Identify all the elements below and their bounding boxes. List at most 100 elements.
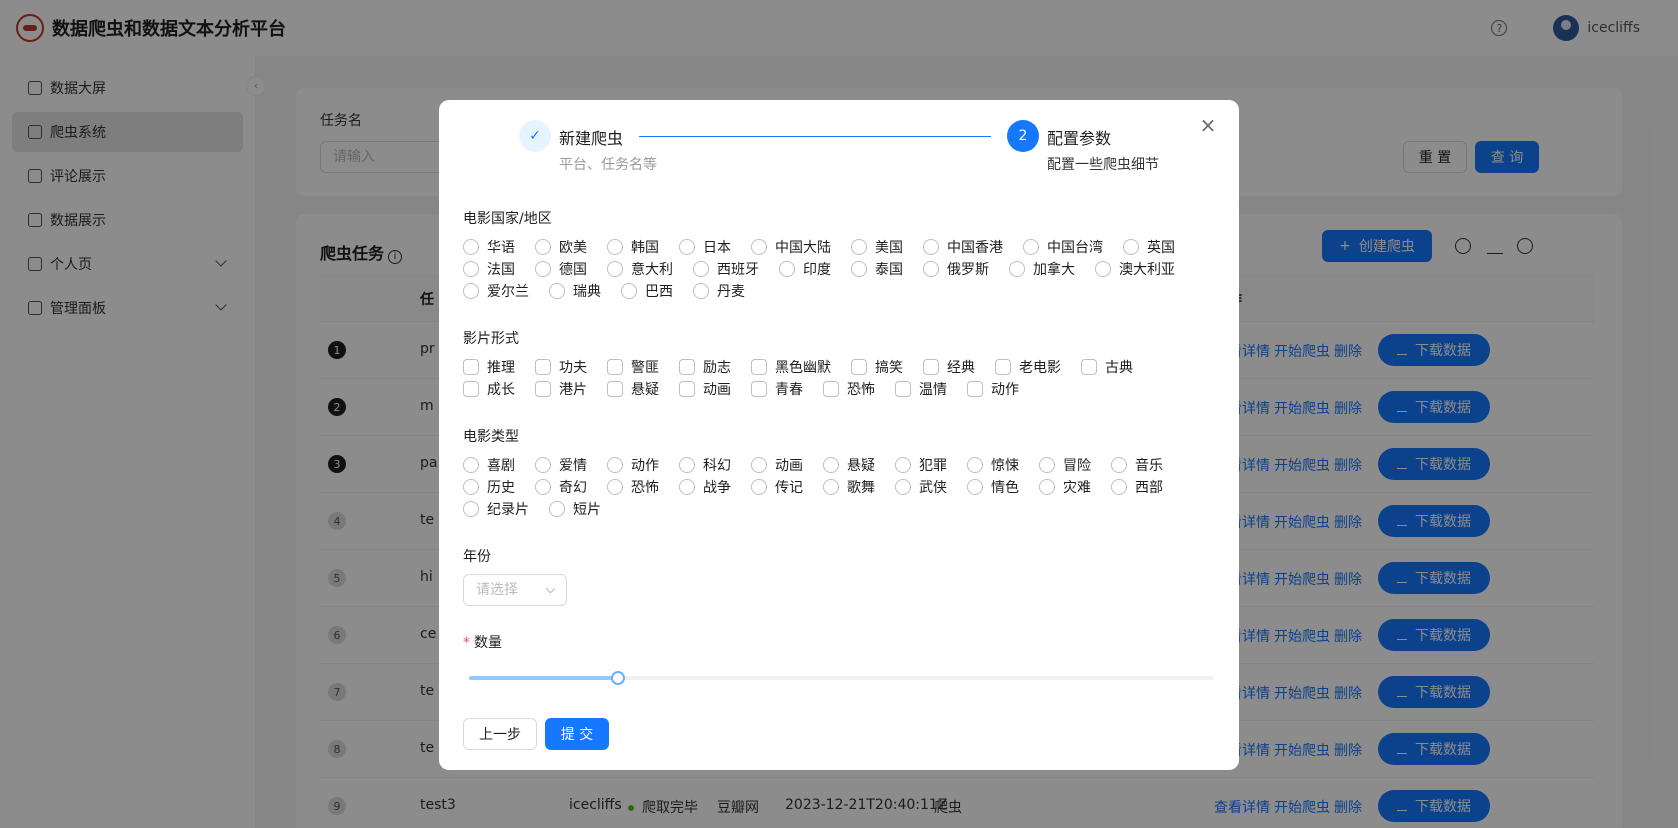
radio-option[interactable]: 中国台湾: [1023, 236, 1113, 258]
radio-option[interactable]: 韩国: [607, 236, 669, 258]
radio-option[interactable]: 西班牙: [693, 258, 769, 280]
radio-option[interactable]: 短片: [549, 498, 611, 520]
radio-icon: [1123, 239, 1139, 255]
radio-option[interactable]: 西部: [1111, 476, 1173, 498]
radio-option[interactable]: 传记: [751, 476, 813, 498]
option-label: 爱尔兰: [487, 284, 529, 300]
check-option[interactable]: 经典: [923, 356, 985, 378]
check-option[interactable]: 推理: [463, 356, 525, 378]
radio-option[interactable]: 科幻: [679, 454, 741, 476]
radio-option[interactable]: 印度: [779, 258, 841, 280]
radio-option[interactable]: 历史: [463, 476, 525, 498]
option-label: 恐怖: [631, 480, 659, 496]
check-option[interactable]: 港片: [535, 378, 597, 400]
radio-option[interactable]: 爱尔兰: [463, 280, 539, 302]
radio-option[interactable]: 瑞典: [549, 280, 611, 302]
radio-option[interactable]: 奇幻: [535, 476, 597, 498]
radio-option[interactable]: 中国大陆: [751, 236, 841, 258]
radio-icon: [607, 261, 623, 277]
radio-option[interactable]: 犯罪: [895, 454, 957, 476]
radio-icon: [1009, 261, 1025, 277]
checkbox-icon: [607, 381, 623, 397]
radio-option[interactable]: 灾难: [1039, 476, 1101, 498]
option-label: 恐怖: [847, 382, 875, 398]
year-select[interactable]: 请选择: [463, 574, 567, 606]
radio-option[interactable]: 情色: [967, 476, 1029, 498]
radio-icon: [779, 261, 795, 277]
option-label: 华语: [487, 240, 515, 256]
radio-icon: [549, 501, 565, 517]
option-label: 美国: [875, 240, 903, 256]
radio-option[interactable]: 恐怖: [607, 476, 669, 498]
check-option[interactable]: 警匪: [607, 356, 669, 378]
radio-option[interactable]: 惊悚: [967, 454, 1029, 476]
option-label: 惊悚: [991, 458, 1019, 474]
option-label: 黑色幽默: [775, 360, 831, 376]
check-option[interactable]: 励志: [679, 356, 741, 378]
check-option[interactable]: 动画: [679, 378, 741, 400]
option-label: 老电影: [1019, 360, 1061, 376]
radio-option[interactable]: 日本: [679, 236, 741, 258]
check-option[interactable]: 搞笑: [851, 356, 913, 378]
radio-option[interactable]: 爱情: [535, 454, 597, 476]
check-option[interactable]: 青春: [751, 378, 813, 400]
option-label: 动作: [631, 458, 659, 474]
option-label: 日本: [703, 240, 731, 256]
region-label: 电影国家/地区: [463, 211, 552, 227]
radio-option[interactable]: 法国: [463, 258, 525, 280]
radio-option[interactable]: 音乐: [1111, 454, 1173, 476]
radio-option[interactable]: 武侠: [895, 476, 957, 498]
checkbox-icon: [823, 381, 839, 397]
checkbox-icon: [1081, 359, 1097, 375]
radio-option[interactable]: 俄罗斯: [923, 258, 999, 280]
radio-option[interactable]: 冒险: [1039, 454, 1101, 476]
radio-option[interactable]: 泰国: [851, 258, 913, 280]
radio-option[interactable]: 加拿大: [1009, 258, 1085, 280]
radio-option[interactable]: 歌舞: [823, 476, 885, 498]
radio-option[interactable]: 悬疑: [823, 454, 885, 476]
step2-title: 配置参数: [1047, 129, 1112, 148]
option-label: 纪录片: [487, 502, 529, 518]
option-label: 印度: [803, 262, 831, 278]
radio-option[interactable]: 美国: [851, 236, 913, 258]
count-label: * 数量: [463, 632, 502, 652]
radio-option[interactable]: 战争: [679, 476, 741, 498]
radio-option[interactable]: 中国香港: [923, 236, 1013, 258]
count-slider-handle[interactable]: [611, 671, 625, 685]
check-option[interactable]: 恐怖: [823, 378, 885, 400]
option-label: 武侠: [919, 480, 947, 496]
check-option[interactable]: 老电影: [995, 356, 1071, 378]
prev-step-button[interactable]: 上一步: [463, 718, 537, 750]
radio-option[interactable]: 华语: [463, 236, 525, 258]
radio-option[interactable]: 欧美: [535, 236, 597, 258]
check-option[interactable]: 古典: [1081, 356, 1143, 378]
check-option[interactable]: 温情: [895, 378, 957, 400]
radio-icon: [1111, 457, 1127, 473]
close-icon[interactable]: ×: [1197, 114, 1219, 136]
check-option[interactable]: 悬疑: [607, 378, 669, 400]
radio-option[interactable]: 动作: [607, 454, 669, 476]
checkbox-icon: [679, 381, 695, 397]
radio-option[interactable]: 澳大利亚: [1095, 258, 1185, 280]
radio-option[interactable]: 德国: [535, 258, 597, 280]
region-options: 华语 欧美 韩国 日本 中国大陆 美国 中国香港 中国台湾 英国法国 德国 意大利 西班牙 印度 泰国 俄罗…: [463, 236, 1213, 302]
radio-option[interactable]: 意大利: [607, 258, 683, 280]
radio-option[interactable]: 纪录片: [463, 498, 539, 520]
check-option[interactable]: 成长: [463, 378, 525, 400]
radio-option[interactable]: 英国: [1123, 236, 1185, 258]
check-option[interactable]: 黑色幽默: [751, 356, 841, 378]
check-option[interactable]: 功夫: [535, 356, 597, 378]
radio-icon: [679, 479, 695, 495]
submit-button[interactable]: 提 交: [545, 718, 609, 750]
radio-icon: [463, 457, 479, 473]
radio-option[interactable]: 喜剧: [463, 454, 525, 476]
radio-option[interactable]: 丹麦: [693, 280, 755, 302]
option-label: 犯罪: [919, 458, 947, 474]
count-slider-track: [469, 676, 618, 680]
check-option[interactable]: 动作: [967, 378, 1029, 400]
radio-icon: [967, 457, 983, 473]
radio-option[interactable]: 巴西: [621, 280, 683, 302]
required-mark: *: [463, 635, 470, 651]
radio-option[interactable]: 动画: [751, 454, 813, 476]
option-label: 爱情: [559, 458, 587, 474]
